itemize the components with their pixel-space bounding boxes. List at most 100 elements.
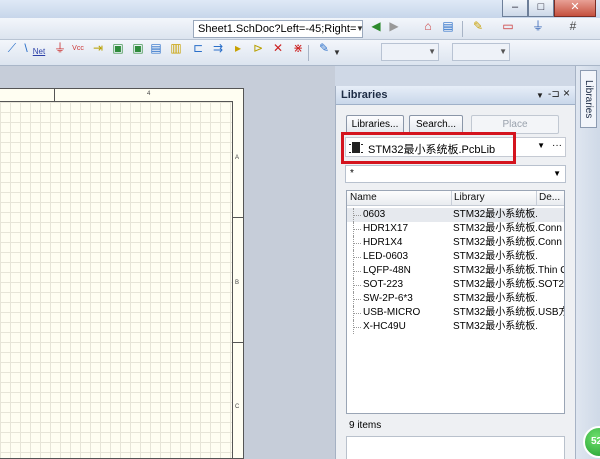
item-name: SW-2P-6*3 — [363, 293, 413, 304]
tree-connector — [353, 222, 361, 236]
device-sheet-icon[interactable]: ▤ — [148, 40, 164, 56]
filter-dropdown-icon[interactable]: ▼ — [553, 169, 561, 178]
item-name: LED-0603 — [363, 251, 409, 262]
zone-label-c: C — [235, 404, 240, 410]
sheet-symbol-icon[interactable]: ▣ — [110, 40, 126, 56]
vcc-port-icon[interactable]: Vcc — [70, 41, 86, 57]
harness-icon[interactable]: ▥ — [168, 40, 184, 56]
library-more-button[interactable]: ··· — [552, 140, 562, 151]
path-dropdown-icon[interactable]: ▼ — [355, 21, 365, 37]
no-erc-icon[interactable]: ✕ — [270, 40, 286, 56]
port-tool-icon[interactable]: ▭ — [500, 18, 516, 34]
tree-connector — [353, 278, 361, 292]
zone-divider — [54, 89, 55, 101]
item-library: STM32最小系统板. — [453, 223, 537, 234]
part-tool-icon[interactable]: ⇥ — [90, 40, 106, 56]
toolbar-separator — [462, 21, 463, 37]
component-list[interactable]: Name Library De... 0603 STM32最小系统板. HDR1X1… — [346, 190, 565, 414]
filter-combo[interactable]: ▼ — [381, 43, 439, 61]
item-name: SOT-223 — [363, 279, 404, 290]
item-description: Conn — [538, 237, 562, 248]
item-description: USB方 — [538, 307, 564, 318]
gnd-port-icon[interactable]: ⏚ — [52, 40, 68, 56]
draw-dropdown-icon[interactable]: ▼ — [332, 45, 342, 61]
port-icon[interactable]: ▸ — [230, 40, 246, 56]
column-separator[interactable] — [536, 191, 537, 206]
compile-mask-icon[interactable]: ⋇ — [290, 40, 306, 56]
item-name: 0603 — [363, 209, 386, 220]
list-item[interactable]: SOT-223 STM32最小系统板.SOT22 — [347, 278, 565, 292]
item-library: STM32最小系统板. — [453, 209, 537, 220]
harness-connector-icon[interactable]: ⇉ — [210, 40, 226, 56]
item-library: STM32最小系统板. — [453, 279, 537, 290]
forward-icon[interactable]: ▶ — [386, 18, 402, 34]
item-name: USB-MICRO — [363, 307, 421, 318]
pin-icon[interactable]: -⊐ — [548, 88, 560, 102]
minimize-button[interactable]: – — [502, 0, 528, 17]
list-item[interactable]: HDR1X4 STM32最小系统板. Conn — [347, 236, 564, 250]
schematic-sheet[interactable]: 4 A B C — [0, 88, 244, 459]
panel-close-icon[interactable]: × — [563, 86, 570, 100]
item-name: LQFP-48N — [363, 265, 411, 276]
list-item[interactable]: 0603 STM32最小系统板. — [347, 208, 564, 222]
item-count: 9 items — [349, 420, 382, 431]
list-header: Name Library De... — [347, 191, 564, 206]
column-library[interactable]: Library — [454, 192, 485, 203]
column-separator[interactable] — [451, 191, 452, 206]
item-description: Conn — [538, 223, 562, 234]
draw-tool-icon[interactable]: ✎ — [316, 40, 332, 56]
item-description: SOT22 — [538, 279, 565, 290]
ground-tool-icon[interactable]: ⏚ — [530, 18, 546, 34]
column-description[interactable]: De... — [539, 192, 560, 203]
home-icon[interactable]: ⌂ — [420, 18, 436, 34]
list-item[interactable]: HDR1X17 STM32最小系统板. Conn — [347, 222, 564, 236]
zone-divider — [233, 342, 243, 343]
item-library: STM32最小系统板. — [453, 321, 537, 332]
toolbar-separator — [308, 45, 309, 61]
list-item[interactable]: SW-2P-6*3 STM32最小系统板. — [347, 292, 564, 306]
wire-tool-icon[interactable]: ✎ — [470, 18, 486, 34]
sheet-grid — [0, 101, 233, 458]
class-combo[interactable]: ▼ — [452, 43, 510, 61]
library-dropdown-icon[interactable]: ▼ — [537, 141, 545, 150]
zone-label-a: A — [235, 155, 240, 161]
panel-title: Libraries — [341, 89, 388, 101]
maximize-button[interactable]: □ — [528, 0, 554, 17]
document-path-field[interactable]: Sheet1.SchDoc?Left=-45;Right= — [193, 20, 363, 38]
wiring-toolbar: ⟋ \ Net ⏚ Vcc ⇥ ▣ ▣ ▤ ▥ ⊏ ⇉ ▸ ⊳ ✕ ⋇ ✎ ▼ … — [0, 40, 600, 66]
zone-label-b: B — [235, 280, 240, 286]
libraries-panel: Libraries ▼ -⊐ × Libraries... Search... … — [335, 86, 576, 459]
libraries-side-tab[interactable]: Libraries — [580, 70, 597, 128]
close-window-button[interactable]: ✕ — [554, 0, 596, 17]
list-item[interactable]: USB-MICRO STM32最小系统板.USB方 — [347, 306, 564, 320]
document-icon[interactable]: ▤ — [440, 18, 456, 34]
list-item[interactable]: LED-0603 STM32最小系统板. — [347, 250, 564, 264]
navigation-toolbar: Sheet1.SchDoc?Left=-45;Right= ▼ ◀ ▶ ⌂ ▤ … — [0, 18, 600, 40]
item-library: STM32最小系统板. — [453, 307, 537, 318]
panel-menu-icon[interactable]: ▼ — [536, 89, 544, 103]
filter-field[interactable]: * ▼ — [345, 165, 566, 183]
sheet-entry-icon[interactable]: ▣ — [130, 40, 146, 56]
column-name[interactable]: Name — [350, 192, 377, 203]
preview-area — [346, 436, 565, 459]
title-bar: – □ ✕ — [0, 0, 600, 18]
highlight-box — [341, 132, 516, 164]
item-library: STM32最小系统板. — [453, 265, 537, 276]
item-description: Thin Q — [538, 265, 564, 276]
net-label-icon[interactable]: Net — [31, 44, 47, 60]
back-icon[interactable]: ◀ — [368, 18, 384, 34]
item-name: HDR1X17 — [363, 223, 409, 234]
list-item[interactable]: LQFP-48N STM32最小系统板.Thin Q — [347, 264, 564, 278]
harness-entry-icon[interactable]: ⊏ — [190, 40, 206, 56]
off-sheet-icon[interactable]: ⊳ — [250, 40, 266, 56]
tree-connector — [353, 250, 361, 264]
zone-divider — [233, 217, 243, 218]
item-library: STM32最小系统板. — [453, 293, 537, 304]
item-name: X-HC49U — [363, 321, 406, 332]
grid-tool-icon[interactable]: # — [565, 18, 581, 34]
item-name: HDR1X4 — [363, 237, 403, 248]
zone-label-4: 4 — [147, 91, 151, 97]
tree-connector — [353, 306, 361, 320]
tree-connector — [353, 264, 361, 278]
list-item[interactable]: X-HC49U STM32最小系统板. — [347, 320, 564, 334]
